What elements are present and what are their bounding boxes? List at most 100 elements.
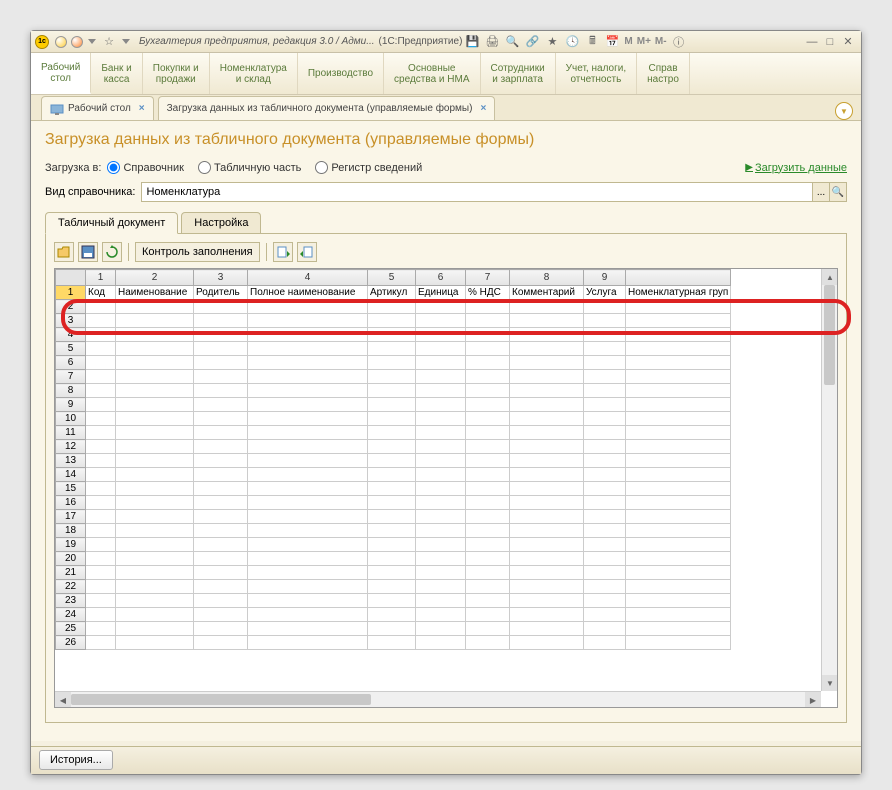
grid-cell[interactable]	[248, 426, 368, 440]
scroll-down-icon[interactable]: ▼	[822, 675, 838, 691]
grid-cell[interactable]	[510, 566, 584, 580]
grid-cell[interactable]	[626, 580, 731, 594]
grid-cell[interactable]	[584, 510, 626, 524]
print-icon[interactable]: 🖨	[484, 34, 500, 50]
grid-cell[interactable]	[116, 440, 194, 454]
column-header[interactable]: 2	[116, 270, 194, 286]
history-icon[interactable]: 🕓	[564, 34, 580, 50]
grid-cell[interactable]	[584, 300, 626, 314]
grid-cell[interactable]	[248, 594, 368, 608]
grid-cell[interactable]	[416, 426, 466, 440]
grid-cell[interactable]	[116, 384, 194, 398]
grid-cell[interactable]	[510, 552, 584, 566]
grid-cell[interactable]	[194, 384, 248, 398]
column-header[interactable]: 7	[466, 270, 510, 286]
grid-cell[interactable]	[368, 300, 416, 314]
column-header[interactable]: 5	[368, 270, 416, 286]
grid-cell[interactable]	[248, 552, 368, 566]
grid-cell[interactable]	[116, 398, 194, 412]
grid-cell[interactable]	[416, 594, 466, 608]
grid-cell[interactable]	[510, 426, 584, 440]
grid-cell[interactable]	[510, 636, 584, 650]
row-header[interactable]: 1	[56, 286, 86, 300]
spreadsheet[interactable]: 123456789 1КодНаименованиеРодительПолное…	[54, 268, 838, 708]
grid-cell[interactable]	[194, 468, 248, 482]
header-cell[interactable]: Полное наименование	[248, 286, 368, 300]
row-header[interactable]: 12	[56, 440, 86, 454]
grid-cell[interactable]	[626, 370, 731, 384]
grid-cell[interactable]	[584, 636, 626, 650]
row-header[interactable]: 15	[56, 482, 86, 496]
grid-cell[interactable]	[248, 370, 368, 384]
check-fill-button[interactable]: Контроль заполнения	[135, 242, 260, 262]
column-header[interactable]: 3	[194, 270, 248, 286]
import-button[interactable]	[273, 242, 293, 262]
grid-cell[interactable]	[416, 454, 466, 468]
column-header[interactable]: 4	[248, 270, 368, 286]
calc-icon[interactable]: 🖩	[584, 34, 600, 50]
row-header[interactable]: 14	[56, 468, 86, 482]
grid-cell[interactable]	[368, 454, 416, 468]
grid-cell[interactable]	[584, 538, 626, 552]
grid-cell[interactable]	[368, 468, 416, 482]
grid-cell[interactable]	[116, 496, 194, 510]
grid-cell[interactable]	[510, 440, 584, 454]
grid-cell[interactable]	[416, 384, 466, 398]
nav-employees[interactable]: Сотрудники и зарплата	[481, 53, 556, 94]
grid-cell[interactable]	[368, 636, 416, 650]
grid-cell[interactable]	[368, 538, 416, 552]
grid-cell[interactable]	[248, 566, 368, 580]
grid-cell[interactable]	[510, 370, 584, 384]
open-file-button[interactable]	[54, 242, 74, 262]
row-header[interactable]: 7	[56, 370, 86, 384]
grid-cell[interactable]	[416, 636, 466, 650]
grid-cell[interactable]	[368, 398, 416, 412]
grid-cell[interactable]	[626, 552, 731, 566]
grid-cell[interactable]	[116, 426, 194, 440]
grid-cell[interactable]	[194, 538, 248, 552]
grid-cell[interactable]	[416, 524, 466, 538]
grid-cell[interactable]	[194, 412, 248, 426]
grid-cell[interactable]	[584, 454, 626, 468]
grid-cell[interactable]	[86, 314, 116, 328]
grid-cell[interactable]	[368, 370, 416, 384]
grid-cell[interactable]	[368, 552, 416, 566]
grid-cell[interactable]	[626, 468, 731, 482]
tab-close-icon[interactable]: ×	[480, 103, 486, 114]
row-header[interactable]: 5	[56, 342, 86, 356]
export-button[interactable]	[297, 242, 317, 262]
grid-cell[interactable]	[510, 594, 584, 608]
grid-cell[interactable]	[86, 580, 116, 594]
grid-cell[interactable]	[466, 328, 510, 342]
calendar-icon[interactable]: 📅	[604, 34, 620, 50]
grid-cell[interactable]	[116, 608, 194, 622]
grid-cell[interactable]	[248, 524, 368, 538]
grid-cell[interactable]	[194, 300, 248, 314]
grid-cell[interactable]	[194, 370, 248, 384]
expand-panel-icon[interactable]: ▼	[835, 102, 853, 120]
header-cell[interactable]: Наименование	[116, 286, 194, 300]
grid-cell[interactable]	[626, 622, 731, 636]
grid-cell[interactable]	[626, 510, 731, 524]
grid-cell[interactable]	[368, 412, 416, 426]
nav-settings[interactable]: Справ настро	[637, 53, 690, 94]
grid-cell[interactable]	[248, 356, 368, 370]
tab-table-document[interactable]: Табличный документ	[45, 212, 178, 234]
row-header[interactable]: 18	[56, 524, 86, 538]
grid-cell[interactable]	[416, 496, 466, 510]
minimize-button[interactable]: —	[804, 35, 820, 49]
grid-cell[interactable]	[510, 356, 584, 370]
history-button[interactable]: История...	[39, 750, 113, 770]
radio-register[interactable]: Регистр сведений	[315, 161, 422, 174]
link-icon[interactable]: 🔗	[524, 34, 540, 50]
grid-cell[interactable]	[466, 398, 510, 412]
grid-cell[interactable]	[626, 398, 731, 412]
grid-cell[interactable]	[194, 482, 248, 496]
grid-cell[interactable]	[86, 328, 116, 342]
grid-cell[interactable]	[248, 342, 368, 356]
nav-production[interactable]: Производство	[298, 53, 384, 94]
grid-cell[interactable]	[368, 580, 416, 594]
row-header[interactable]: 25	[56, 622, 86, 636]
grid-cell[interactable]	[510, 412, 584, 426]
grid-cell[interactable]	[466, 412, 510, 426]
